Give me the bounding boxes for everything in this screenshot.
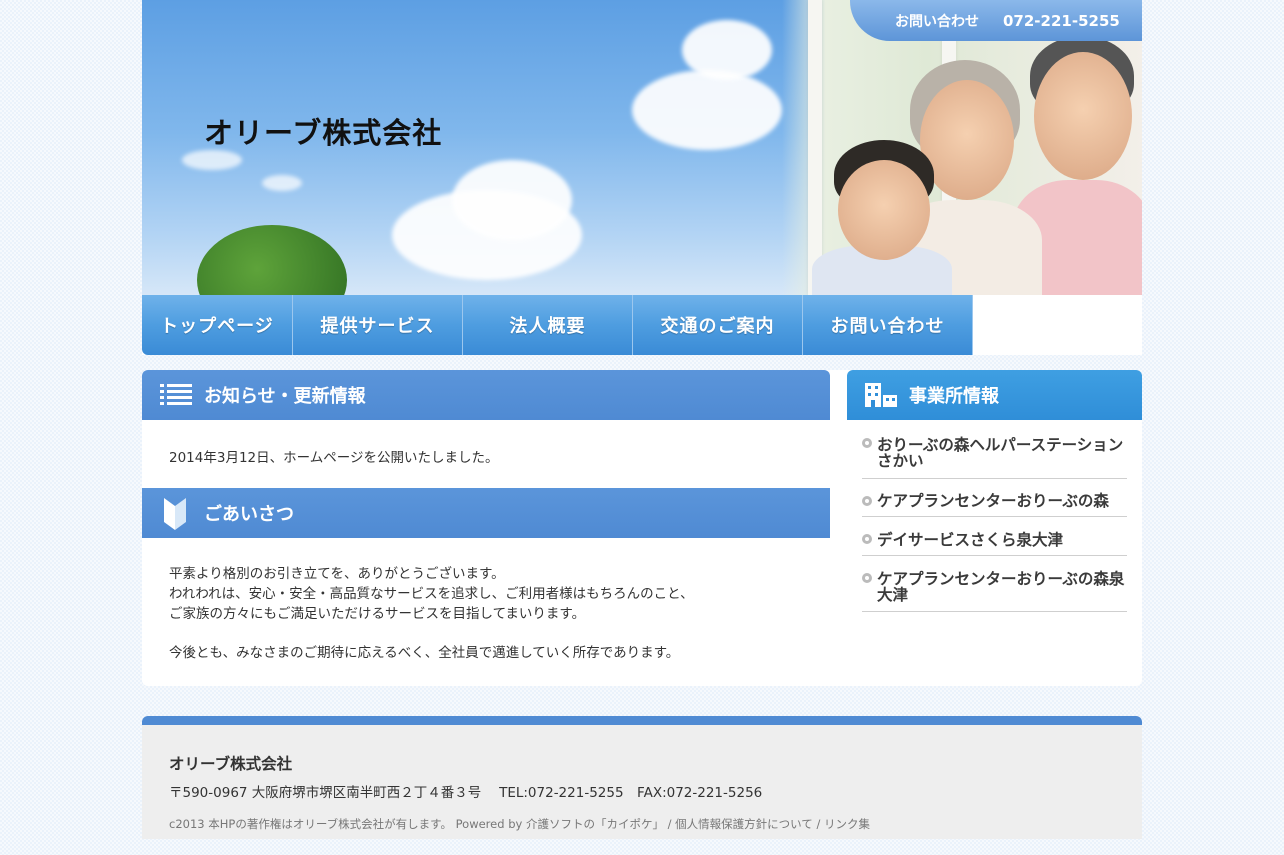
greeting-text: 平素より格別のお引き立てを、ありがとうございます。 われわれは、安心・安全・高品… [169,564,694,663]
grandfather-face [1034,52,1132,180]
bullet-icon [862,496,872,506]
cloud-decoration [262,175,302,191]
office-link[interactable]: ケアプランセンターおりーぶの森泉大津 [862,556,1127,612]
bullet-icon [862,573,872,583]
news-heading: お知らせ・更新情報 [204,386,366,407]
main-content: お知らせ・更新情報 2014年3月12日、ホームページを公開いたしました。 ごあ… [142,370,1142,686]
greeting-heading-bar: ごあいさつ [142,488,830,538]
footer-company-name: オリーブ株式会社 [169,755,293,773]
header-contact-tab[interactable]: お問い合わせ 072-221-5255 [850,0,1142,41]
office-label[interactable]: ケアプランセンターおりーぶの森泉大津 [877,570,1124,604]
bullet-icon [862,438,872,448]
news-item: 2014年3月12日、ホームページを公開いたしました。 [169,450,499,466]
offices-heading: 事業所情報 [909,386,999,407]
main-nav: トップページ 提供サービス 法人概要 交通のご案内 お問い合わせ [142,295,1142,355]
greeting-heading: ごあいさつ [204,504,294,525]
footer: オリーブ株式会社 〒590-0967 大阪府堺市堺区南半町西２丁４番３号 TEL… [142,716,1142,839]
contact-link[interactable]: お問い合わせ [895,11,979,31]
family-photo [782,0,1142,295]
greeting-line: 平素より格別のお引き立てを、ありがとうございます。 [169,566,505,582]
cloud-decoration [632,70,782,150]
office-list: おりーぶの森ヘルパーステーションさかい ケアプランセンターおりーぶの森 デイサー… [862,428,1127,612]
news-heading-bar: お知らせ・更新情報 [142,370,830,420]
cloud-decoration [682,20,772,80]
office-label[interactable]: おりーぶの森ヘルパーステーションさかい [877,436,1123,470]
greeting-line: われわれは、安心・安全・高品質なサービスを追求し、ご利用者様はもちろんのこと、 [169,586,694,602]
footer-address: 〒590-0967 大阪府堺市堺区南半町西２丁４番３号 TEL:072-221-… [169,785,763,801]
beginner-mark-icon [164,498,186,535]
nav-item-access[interactable]: 交通のご案内 [633,295,803,355]
nav-item-contact[interactable]: お問い合わせ [803,295,973,355]
tree-decoration [197,225,347,295]
list-icon [160,384,192,411]
office-link[interactable]: おりーぶの森ヘルパーステーションさかい [862,428,1127,479]
nav-item-services[interactable]: 提供サービス [293,295,463,355]
office-link[interactable]: ケアプランセンターおりーぶの森 [862,479,1127,517]
pillar-decoration [808,0,822,295]
footer-copyright[interactable]: c2013 本HPの著作権はオリーブ株式会社が有します。 Powered by … [169,816,870,832]
greeting-line: ご家族の方々にもご満足いただけるサービスを目指してまいります。 [169,606,586,622]
office-label[interactable]: ケアプランセンターおりーぶの森 [877,492,1109,510]
office-label[interactable]: デイサービスさくら泉大津 [877,531,1063,549]
greeting-line: 今後とも、みなさまのご期待に応えるべく、全社員で邁進していく所存であります。 [169,645,680,661]
building-icon [865,383,897,412]
cloud-decoration [452,160,572,240]
site-title[interactable]: オリーブ株式会社 [204,110,442,152]
grandmother-face [920,80,1014,200]
nav-item-top[interactable]: トップページ [142,295,293,355]
contact-tel: 072-221-5255 [1003,11,1120,30]
bullet-icon [862,534,872,544]
header-banner: オリーブ株式会社 お問い合わせ 072-221-5255 [142,0,1142,295]
child-face [838,160,930,260]
offices-heading-bar: 事業所情報 [847,370,1142,420]
cloud-decoration [182,150,242,170]
office-link[interactable]: デイサービスさくら泉大津 [862,517,1127,556]
nav-item-company[interactable]: 法人概要 [463,295,633,355]
